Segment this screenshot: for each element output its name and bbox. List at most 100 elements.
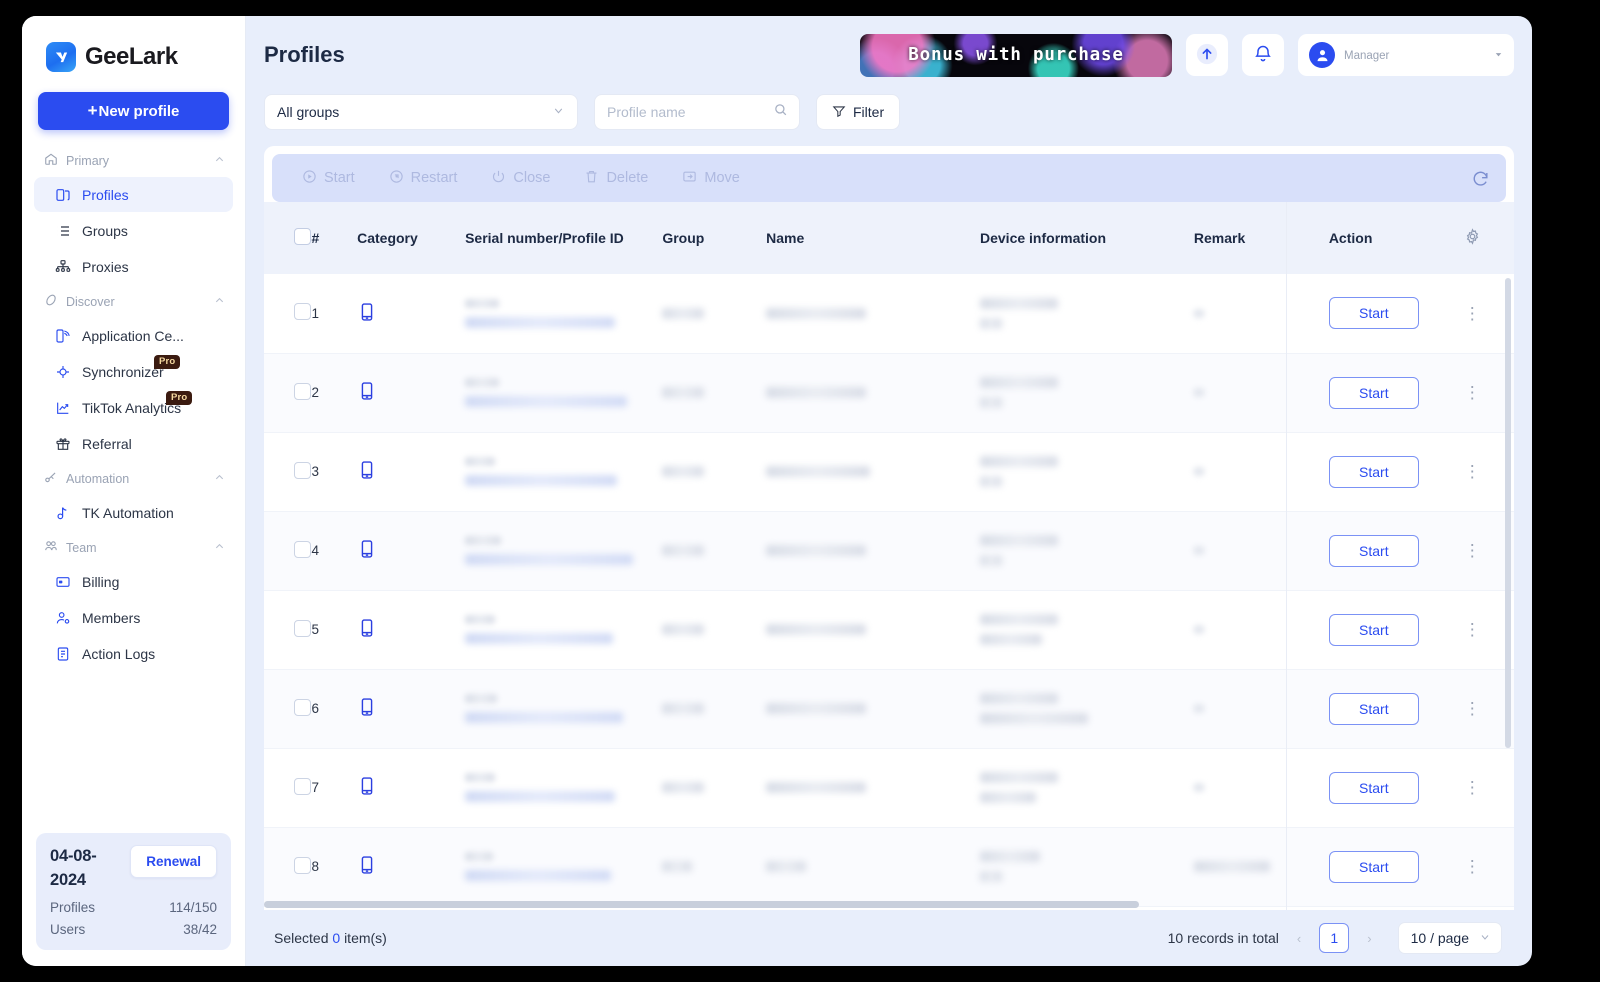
sidebar-item-tiktok-analytics[interactable]: TikTok Analytics Pro: [34, 390, 233, 425]
horizontal-scrollbar[interactable]: [264, 901, 1514, 908]
main-content: Profiles Bonus with purchase Manager All…: [246, 16, 1532, 966]
renewal-stat-users: Users 38/42: [50, 922, 217, 937]
gear-icon[interactable]: [1464, 228, 1481, 248]
table-scroll-area[interactable]: # Category Serial number/Profile ID Grou…: [264, 202, 1514, 910]
sidebar-item-members[interactable]: Members: [34, 600, 233, 635]
select-all-checkbox[interactable]: [294, 228, 311, 245]
group-select[interactable]: All groups: [264, 94, 578, 130]
start-button[interactable]: Start: [1328, 455, 1419, 488]
row-checkbox[interactable]: [294, 856, 311, 874]
sidebar-group-team[interactable]: Team: [34, 531, 233, 564]
vertical-scrollbar[interactable]: [1505, 278, 1511, 748]
page-number-1[interactable]: 1: [1319, 923, 1350, 953]
filter-button[interactable]: Filter: [816, 94, 901, 130]
sidebar-nav: Primary Profiles Groups Proxies Discover…: [22, 134, 245, 833]
table-row[interactable]: 3 Start ⋮: [264, 432, 1514, 512]
page-size-select[interactable]: 10 / page: [1397, 922, 1502, 954]
selected-suffix: item(s): [344, 930, 387, 946]
sidebar-item-synchronizer[interactable]: Synchronizer Pro: [34, 354, 233, 389]
filter-icon: [832, 104, 846, 121]
sidebar-group-automation[interactable]: Automation: [34, 462, 233, 495]
sidebar-item-profiles[interactable]: Profiles: [34, 177, 233, 212]
sidebar-item-action-logs[interactable]: Action Logs: [34, 636, 233, 671]
sidebar-item-label: Referral: [82, 435, 132, 452]
row-action: Start: [1320, 511, 1456, 591]
upgrade-button[interactable]: [1186, 34, 1228, 76]
next-page-button[interactable]: ›: [1361, 931, 1377, 946]
user-menu[interactable]: Manager: [1298, 34, 1514, 76]
bulk-delete-button[interactable]: Delete: [584, 169, 648, 188]
sidebar-item-groups[interactable]: Groups: [34, 213, 233, 248]
bulk-close-button[interactable]: Close: [491, 169, 550, 188]
sidebar-item-billing[interactable]: Billing: [34, 564, 233, 599]
row-serial: [457, 353, 655, 433]
row-checkbox[interactable]: [294, 382, 311, 400]
table-row[interactable]: 7 Start ⋮: [264, 748, 1514, 828]
kebab-menu-icon[interactable]: ⋮: [1464, 778, 1481, 797]
sidebar-item-proxies[interactable]: Proxies: [34, 249, 233, 284]
row-checkbox[interactable]: [294, 461, 311, 479]
promo-banner[interactable]: Bonus with purchase: [860, 33, 1172, 77]
redacted-value: [980, 693, 1058, 704]
table-row[interactable]: 5 Start ⋮: [264, 590, 1514, 670]
redacted-value: [980, 871, 1002, 882]
kebab-menu-icon[interactable]: ⋮: [1464, 304, 1481, 323]
kebab-menu-icon[interactable]: ⋮: [1464, 462, 1481, 481]
row-group: [654, 669, 759, 749]
play-circle-icon: [302, 169, 317, 188]
kebab-menu-icon[interactable]: ⋮: [1464, 541, 1481, 560]
table-row[interactable]: 2 Start ⋮: [264, 353, 1514, 433]
table-row[interactable]: 4 Start ⋮: [264, 511, 1514, 591]
sidebar-item-label: Action Logs: [82, 645, 156, 662]
start-button[interactable]: Start: [1328, 613, 1419, 646]
sidebar-item-tk-automation[interactable]: TK Automation: [34, 495, 233, 530]
kebab-menu-icon[interactable]: ⋮: [1464, 699, 1481, 718]
search-input[interactable]: [607, 104, 767, 120]
row-name: [758, 827, 972, 907]
row-checkbox[interactable]: [294, 303, 311, 321]
kebab-menu-icon[interactable]: ⋮: [1464, 857, 1481, 876]
renewal-button[interactable]: Renewal: [130, 845, 217, 879]
search-box[interactable]: [594, 94, 800, 130]
redacted-value: [980, 772, 1058, 783]
chevron-up-icon: [214, 295, 225, 309]
kebab-menu-icon[interactable]: ⋮: [1464, 383, 1481, 402]
row-remark: [1185, 274, 1321, 354]
start-button[interactable]: Start: [1328, 850, 1419, 883]
table-row[interactable]: 8 Start ⋮: [264, 827, 1514, 907]
start-button[interactable]: Start: [1328, 692, 1419, 725]
sidebar-group-discover[interactable]: Discover: [34, 285, 233, 318]
bulk-start-button[interactable]: Start: [302, 169, 355, 188]
chevron-up-icon: [214, 472, 225, 486]
sidebar-group-primary[interactable]: Primary: [34, 144, 233, 177]
sidebar-item-application-center[interactable]: Application Ce...: [34, 318, 233, 353]
table-row[interactable]: 6 Start ⋮: [264, 669, 1514, 749]
start-button[interactable]: Start: [1328, 534, 1419, 567]
row-checkbox[interactable]: [294, 698, 311, 716]
table-footer: Selected 0 item(s) 10 records in total ‹…: [264, 910, 1514, 966]
start-button[interactable]: Start: [1328, 376, 1419, 409]
notification-button[interactable]: [1242, 34, 1284, 76]
redacted-value: [465, 791, 616, 802]
refresh-button[interactable]: [1471, 169, 1490, 188]
row-checkbox[interactable]: [294, 540, 311, 558]
row-checkbox[interactable]: [294, 619, 311, 637]
bulk-move-button[interactable]: Move: [682, 169, 740, 188]
row-group: [654, 432, 759, 512]
phone-icon: [357, 382, 377, 404]
row-group: [654, 590, 759, 670]
start-button[interactable]: Start: [1328, 771, 1419, 804]
bulk-restart-button[interactable]: Restart: [389, 169, 457, 188]
phone-icon: [357, 856, 377, 878]
new-profile-button[interactable]: + New profile: [38, 92, 229, 130]
row-group: [654, 274, 759, 354]
prev-page-button[interactable]: ‹: [1291, 931, 1307, 946]
redacted-value: [766, 387, 867, 398]
sidebar-item-referral[interactable]: Referral: [34, 426, 233, 461]
table-row[interactable]: 1 Start ⋮: [264, 274, 1514, 354]
scrollbar-thumb[interactable]: [264, 901, 1139, 908]
table-body: 1 Start ⋮ 2 Start ⋮ 3 Start ⋮ 4 Start ⋮ …: [264, 274, 1514, 907]
start-button[interactable]: Start: [1328, 297, 1419, 330]
kebab-menu-icon[interactable]: ⋮: [1464, 620, 1481, 639]
row-checkbox[interactable]: [294, 777, 311, 795]
